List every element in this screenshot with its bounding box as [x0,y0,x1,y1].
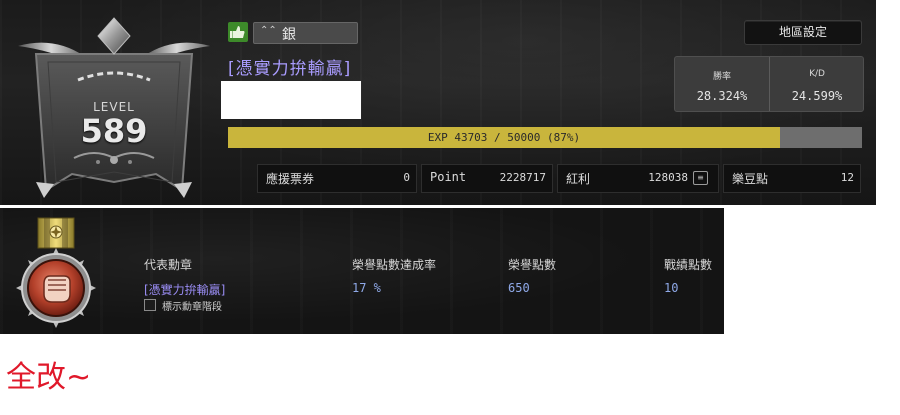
currency-beanfun-points: 樂豆點 12 [723,164,861,193]
currency-support-tickets: 應援票券 0 [257,164,417,193]
currency-value: 0 [403,171,410,184]
honor-points-label: 榮譽點數 [508,258,557,272]
exp-progress-bar: EXP 43703 / 50000 (87%) [228,127,862,148]
currency-row: 應援票券 0 Point 2228717 紅利 128038 ≡ 樂豆點 12 [257,164,861,193]
rep-medal-label: 代表勳章 [144,258,193,272]
rep-medal-value: [憑實力拚輸贏] [144,283,226,297]
currency-label: Point [430,170,467,184]
redacted-name-box [221,81,361,119]
profile-panel: LEVEL 589 ⌃⌃ 銀 [憑實力拚輸贏] 地區設定 勝率 28.324% … [0,0,876,205]
currency-value: 2228717 [499,171,546,184]
currency-point: Point 2228717 [421,164,553,193]
rank-name: 銀 [282,27,296,43]
thumbs-up-icon[interactable] [228,22,248,42]
rank-display: ⌃⌃ 銀 [253,22,358,44]
kd-value: 24.599% [791,89,843,103]
record-points-column: 戰績點數 10 [664,256,712,295]
show-medal-stage-label: 標示勳章階段 [162,302,222,313]
currency-label: 樂豆點 [732,172,769,186]
achievement-rate-value: 17 % [352,281,381,295]
record-points-label: 戰績點數 [664,258,713,272]
currency-bonus: 紅利 128038 ≡ [557,164,719,193]
player-title: [憑實力拚輸贏] [228,59,352,79]
honor-points-column: 榮譽點數 650 [508,256,556,295]
winrate-label: 勝率 [712,72,731,82]
rep-medal-column: 代表勳章 [憑實力拚輸贏] [144,256,225,298]
record-points-value: 10 [664,281,679,295]
show-medal-stage-checkbox[interactable] [144,299,156,311]
level-badge: LEVEL 589 [14,12,214,198]
achievement-rate-label: 榮譽點數達成率 [352,258,437,272]
rank-chevron-icon: ⌃⌃ [260,25,277,36]
stats-box: 勝率 28.324% K/D 24.599% [674,56,864,112]
honor-points-value: 650 [508,281,530,295]
winrate-stat: 勝率 28.324% [675,57,769,111]
winrate-value: 28.324% [696,89,748,103]
footer-note: 全改~ [6,360,92,395]
kd-label: K/D [809,69,825,79]
level-value: 589 [80,112,148,150]
region-settings-button[interactable]: 地區設定 [744,20,862,45]
fist-medal-icon [16,217,96,328]
medal-panel: 代表勳章 [憑實力拚輸贏] 榮譽點數達成率 17 % 榮譽點數 650 戰績點數… [0,208,724,334]
currency-value: 128038 [648,171,688,184]
currency-label: 紅利 [566,172,591,186]
achievement-rate-column: 榮譽點數達成率 17 % [352,256,436,295]
currency-value: 12 [840,171,854,184]
currency-label: 應援票券 [266,172,315,186]
bonus-detail-icon[interactable]: ≡ [693,171,708,185]
kd-stat: K/D 24.599% [769,57,864,111]
exp-text: EXP 43703 / 50000 (87%) [427,131,581,144]
